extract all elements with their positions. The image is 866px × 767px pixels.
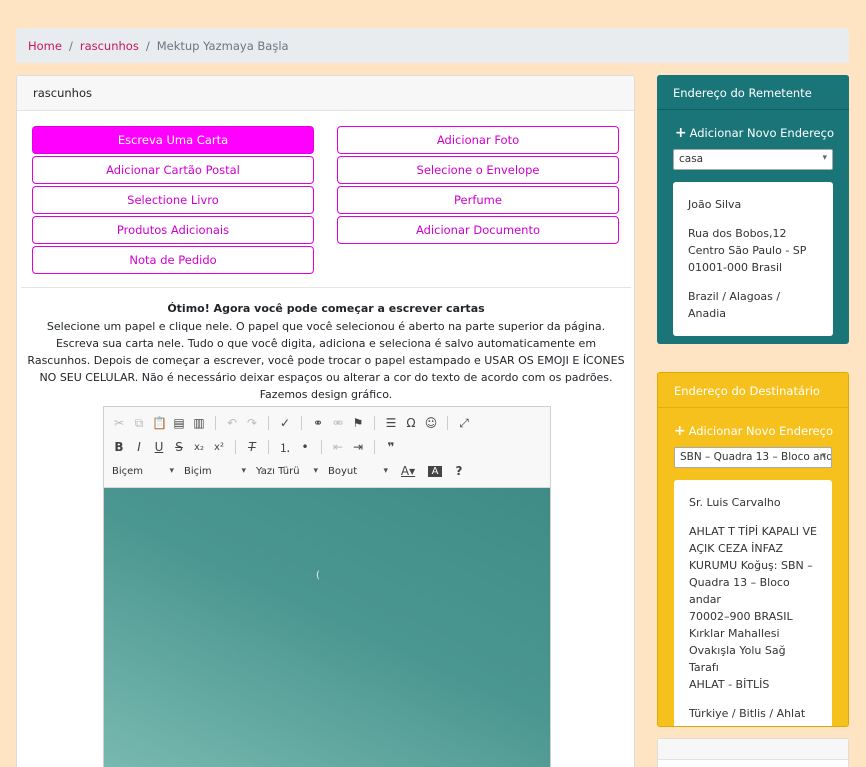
unlink-icon[interactable]: ⚮ — [331, 416, 345, 430]
sender-address-card: Endereço do Remetente + Adicionar Novo En… — [657, 75, 849, 344]
italic-icon[interactable]: I — [132, 440, 146, 454]
additional-products-button[interactable]: Produtos Adicionais — [32, 216, 314, 244]
recipient-address-details: Sr. Luis Carvalho AHLAT T TİPİ KAPALI VE… — [674, 480, 832, 726]
strikethrough-icon[interactable]: S — [172, 440, 186, 454]
breadcrumb-separator: / — [68, 38, 73, 53]
add-photo-button[interactable]: Adicionar Foto — [337, 126, 619, 154]
editor-toolbar: ✂ ⧉ 📋 ▤ ▥ ↶ ↷ ✓ ⚭ ⚮ ⚑ ☰ Ω ☺ ⤢ B I U S x₂… — [104, 407, 550, 488]
toolbar-row-2: B I U S x₂ x² T̶ ⒈ • ⇤ ⇥ ❞ — [112, 435, 542, 459]
perfume-button[interactable]: Perfume — [337, 186, 619, 214]
format-dropdown[interactable]: Biçim — [184, 466, 246, 477]
cut-icon[interactable]: ✂ — [112, 416, 126, 430]
recipient-line: AÇIK CEZA İNFAZ — [689, 542, 784, 555]
sender-region: Brazil / Alagoas / Anadia — [688, 290, 781, 320]
recipient-line: Ovakışla Yolu Sağ Tarafı — [689, 644, 786, 674]
background-color-icon[interactable]: A — [428, 465, 442, 477]
breadcrumb-drafts-link[interactable]: rascunhos — [80, 39, 139, 53]
order-note-button[interactable]: Nota de Pedido — [32, 246, 314, 274]
help-icon[interactable]: ? — [452, 464, 466, 478]
text-cursor-icon: ( — [316, 570, 320, 581]
letter-editor: ✂ ⧉ 📋 ▤ ▥ ↶ ↷ ✓ ⚭ ⚮ ⚑ ☰ Ω ☺ ⤢ B I U S x₂… — [103, 406, 551, 767]
sender-address-select[interactable]: casa — [673, 149, 833, 170]
special-char-icon[interactable]: Ω — [404, 416, 418, 430]
recipient-address-card: Endereço do Destinatário + Adicionar Novo… — [657, 372, 849, 727]
recipient-line: AHLAT T TİPİ KAPALI VE — [689, 525, 817, 538]
underline-icon[interactable]: U — [152, 440, 166, 454]
sender-postal: 01001-000 Brasil — [688, 261, 783, 274]
paste-icon[interactable]: 📋 — [152, 416, 167, 430]
link-icon[interactable]: ⚭ — [311, 416, 325, 430]
write-letter-button[interactable]: Escreva Uma Carta — [32, 126, 314, 154]
add-postcard-button[interactable]: Adicionar Cartão Postal — [32, 156, 314, 184]
recipient-address-select[interactable]: SBN – Quadra 13 – Bloco andar — [674, 447, 832, 468]
letter-paper-area[interactable]: ( — [104, 488, 550, 767]
intro-title: Ótimo! Agora você pode começar a escreve… — [167, 302, 485, 315]
font-dropdown[interactable]: Yazı Türü — [256, 466, 318, 477]
horizontal-line-icon[interactable]: ☰ — [384, 416, 398, 430]
drafts-card-header: rascunhos — [17, 76, 634, 111]
intro-text-block: Ótimo! Agora você pode começar a escreve… — [27, 300, 625, 403]
subscript-icon[interactable]: x₂ — [192, 442, 206, 453]
bulleted-list-icon[interactable]: • — [298, 440, 312, 454]
intro-paragraph: Selecione um papel e clique nele. O pape… — [27, 320, 625, 401]
drafts-card: rascunhos Escreva Uma Carta Adicionar Fo… — [16, 75, 635, 767]
breadcrumb-current: Mektup Yazmaya Başla — [156, 38, 289, 53]
breadcrumb-home-link[interactable]: Home — [28, 39, 62, 53]
recipient-line: Quadra 13 – Bloco andar — [689, 576, 790, 606]
sender-add-address-label: Adicionar Novo Endereço — [689, 126, 834, 140]
breadcrumb: Home / rascunhos / Mektup Yazmaya Başla — [16, 28, 849, 63]
emoji-icon[interactable]: ☺ — [424, 416, 438, 430]
recipient-add-address-link[interactable]: + Adicionar Novo Endereço — [658, 423, 848, 439]
recipient-line: Kırklar Mahallesi — [689, 627, 780, 640]
recipient-line: KURUMU Koğuş: SBN – — [689, 559, 813, 572]
recipient-region: Türkiye / Bitlis / Ahlat — [689, 707, 806, 720]
indent-icon[interactable]: ⇥ — [351, 440, 365, 454]
redo-icon[interactable]: ↷ — [245, 416, 259, 430]
extra-card — [657, 738, 849, 767]
numbered-list-icon[interactable]: ⒈ — [278, 439, 292, 456]
toolbar-row-3: Biçem Biçim Yazı Türü Boyut A▾ A ? — [112, 459, 542, 483]
breadcrumb-separator: / — [145, 38, 150, 53]
toolbar-row-1: ✂ ⧉ 📋 ▤ ▥ ↶ ↷ ✓ ⚭ ⚮ ⚑ ☰ Ω ☺ ⤢ — [112, 411, 542, 435]
extra-card-header — [658, 739, 848, 760]
recipient-address-title: Endereço do Destinatário — [658, 373, 848, 408]
select-book-button[interactable]: Selectione Livro — [32, 186, 314, 214]
styles-dropdown[interactable]: Biçem — [112, 466, 174, 477]
plus-icon: + — [674, 125, 687, 141]
anchor-flag-icon[interactable]: ⚑ — [351, 416, 365, 430]
sender-name: João Silva — [688, 198, 742, 211]
undo-icon[interactable]: ↶ — [225, 416, 239, 430]
add-document-button[interactable]: Adicionar Documento — [337, 216, 619, 244]
maximize-icon[interactable]: ⤢ — [457, 416, 471, 431]
recipient-line: AHLAT - BİTLİS — [689, 678, 770, 691]
outdent-icon[interactable]: ⇤ — [331, 440, 345, 454]
sender-add-address-link[interactable]: + Adicionar Novo Endereço — [657, 125, 849, 141]
bold-icon[interactable]: B — [112, 440, 126, 454]
divider — [21, 287, 631, 288]
recipient-name: Sr. Luis Carvalho — [689, 496, 781, 509]
sender-city: Centro São Paulo - SP — [688, 244, 807, 257]
spellcheck-icon[interactable]: ✓ — [278, 416, 292, 430]
superscript-icon[interactable]: x² — [212, 442, 226, 453]
sender-address-title: Endereço do Remetente — [657, 75, 849, 110]
plus-icon: + — [673, 423, 686, 439]
remove-format-icon[interactable]: T̶ — [245, 440, 259, 454]
blockquote-icon[interactable]: ❞ — [384, 440, 398, 454]
recipient-line: 70002–900 BRASIL — [689, 610, 793, 623]
copy-icon[interactable]: ⧉ — [132, 416, 146, 431]
recipient-add-address-label: Adicionar Novo Endereço — [688, 424, 833, 438]
sender-street: Rua dos Bobos,12 — [688, 227, 787, 240]
text-color-icon[interactable]: A▾ — [398, 464, 418, 478]
sender-address-details: João Silva Rua dos Bobos,12 Centro São P… — [673, 182, 833, 336]
paste-word-icon[interactable]: ▥ — [192, 416, 206, 430]
paste-text-icon[interactable]: ▤ — [172, 416, 186, 430]
select-envelope-button[interactable]: Selecione o Envelope — [337, 156, 619, 184]
size-dropdown[interactable]: Boyut — [328, 466, 388, 477]
